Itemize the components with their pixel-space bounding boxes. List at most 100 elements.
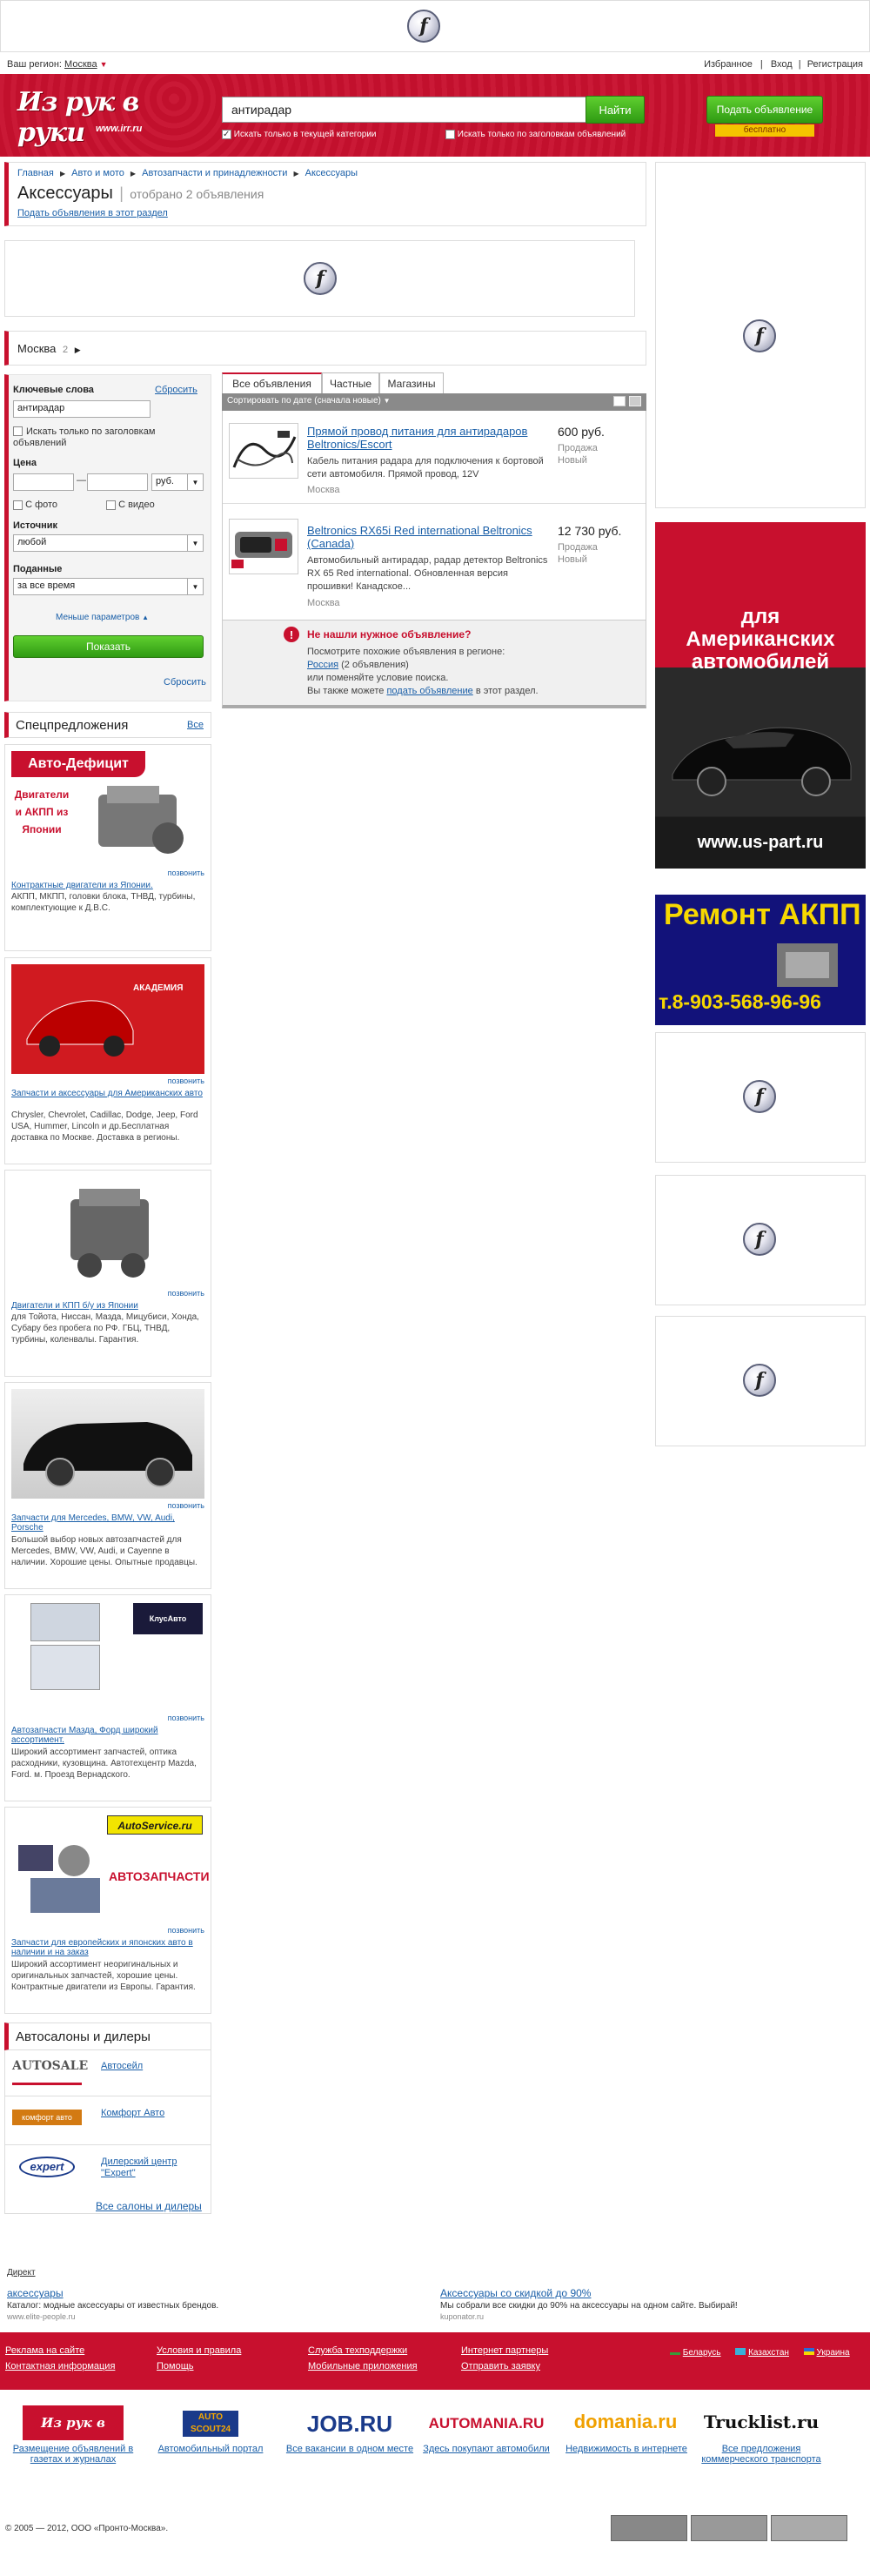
crumb-parts[interactable]: Автозапчасти и принадлежности: [142, 168, 287, 178]
keywords-input[interactable]: антирадар: [13, 400, 151, 418]
region-russia-link[interactable]: Россия: [307, 660, 338, 670]
checkbox-icon[interactable]: [106, 500, 116, 510]
partner-logo[interactable]: Trucklist.ru: [696, 2409, 826, 2435]
footer-link[interactable]: Служба техподдержки: [308, 2343, 418, 2358]
footer-link[interactable]: Реклама на сайте: [5, 2343, 115, 2358]
direct-ad[interactable]: аксессуары Каталог: модные аксессуары от…: [7, 2287, 425, 2321]
right-banner-4[interactable]: f: [655, 1316, 866, 1446]
tab-private[interactable]: Частные: [322, 372, 379, 393]
sort-select[interactable]: Сортировать по дате (сначала новые) ▼: [227, 396, 391, 406]
dealer-logo[interactable]: expert: [19, 2157, 75, 2177]
list-view-icon[interactable]: [613, 396, 626, 406]
crumb-accessories[interactable]: Аксессуары: [305, 168, 358, 178]
titles-only-checkbox[interactable]: Искать только по заголовкам объявлений: [13, 426, 187, 449]
direct-ad-title[interactable]: Аксессуары со скидкой до 90%: [440, 2287, 858, 2299]
reset-bottom-link[interactable]: Сбросить: [164, 677, 206, 688]
partner-logo[interactable]: AUTOMANIA.RU: [425, 2411, 548, 2437]
ad-title[interactable]: Прямой провод питания для антирадаров Be…: [307, 425, 542, 451]
offer-link[interactable]: Запчасти и аксессуары для Американских а…: [11, 1089, 204, 1098]
register-link[interactable]: Регистрация: [807, 59, 863, 70]
price-from-input[interactable]: [13, 473, 74, 491]
post-in-section-link[interactable]: Подать объявления в этот раздел: [17, 208, 168, 218]
site-logo[interactable]: Из рук в руки: [17, 87, 157, 148]
reset-link[interactable]: Сбросить: [155, 385, 197, 395]
call-link[interactable]: позвонить: [11, 1926, 204, 1935]
offer-image[interactable]: Авто-Дефицит Двигатели и АКПП из Японии: [11, 751, 204, 866]
checkbox-checked-icon[interactable]: [222, 130, 231, 139]
offer-image[interactable]: АКАДЕМИЯ: [11, 964, 204, 1074]
checkbox-icon[interactable]: [445, 130, 455, 139]
counter-badge[interactable]: [691, 2515, 767, 2541]
show-button[interactable]: Показать: [13, 635, 204, 658]
partner-label[interactable]: Все вакансии в одном месте: [280, 2444, 419, 2454]
price-to-input[interactable]: [87, 473, 148, 491]
partner-label[interactable]: Недвижимость в интернете: [557, 2444, 696, 2454]
checkbox-icon[interactable]: [13, 500, 23, 510]
location-box[interactable]: Москва 2 ▶: [4, 331, 646, 366]
post-ad-button[interactable]: Подать объявление: [706, 96, 823, 124]
partner-logo[interactable]: domania.ru: [564, 2409, 687, 2435]
footer-link[interactable]: Мобильные приложения: [308, 2358, 418, 2374]
us-part-banner[interactable]: для Американских автомобилей www.us-part…: [655, 522, 866, 869]
source-select[interactable]: любой ▼: [13, 534, 204, 552]
footer-link[interactable]: Контактная информация: [5, 2358, 115, 2374]
dealer-name[interactable]: Автосейл: [101, 2061, 143, 2071]
footer-link[interactable]: Условия и правила: [157, 2343, 241, 2358]
top-banner[interactable]: f: [0, 0, 870, 52]
offer-link[interactable]: Автозапчасти Мазда, Форд широкий ассорти…: [11, 1726, 204, 1745]
region-dropdown-icon[interactable]: ▼: [100, 60, 108, 69]
footer-link[interactable]: Отправить заявку: [461, 2358, 548, 2374]
akpp-banner[interactable]: Ремонт АКПП т.8-903-568-96-96: [655, 895, 866, 1025]
country-link[interactable]: Беларусь: [683, 2348, 721, 2358]
crumb-home[interactable]: Главная: [17, 168, 54, 178]
counter-badge[interactable]: [611, 2515, 687, 2541]
currency-select[interactable]: руб. ▼: [151, 473, 204, 491]
post-ad-link[interactable]: подать объявление: [386, 686, 472, 696]
offer-link[interactable]: Двигатели и КПП б/у из Японии: [11, 1301, 204, 1311]
offer-image[interactable]: КлусАвто: [11, 1601, 204, 1711]
find-button[interactable]: Найти: [586, 96, 645, 124]
counter-badge[interactable]: [771, 2515, 847, 2541]
partner-logo[interactable]: AUTO SCOUT24: [183, 2411, 238, 2437]
special-all-link[interactable]: Все: [187, 720, 204, 730]
crumb-auto[interactable]: Авто и мото: [71, 168, 124, 178]
chk-category[interactable]: Искать только в текущей категории: [222, 130, 377, 139]
partner-logo[interactable]: JOB.RU: [299, 2411, 400, 2437]
footer-link[interactable]: Интернет партнеры: [461, 2343, 548, 2358]
country-link[interactable]: Казахстан: [748, 2348, 789, 2358]
dealer-logo[interactable]: комфорт авто: [12, 2110, 82, 2125]
footer-link[interactable]: Помощь: [157, 2358, 241, 2374]
ad-title[interactable]: Beltronics RX65i Red international Beltr…: [307, 524, 542, 550]
submitted-select[interactable]: за все время ▼: [13, 578, 204, 595]
chk-titles[interactable]: Искать только по заголовкам объявлений: [445, 130, 626, 139]
offer-link[interactable]: Контрактные двигатели из Японии.: [11, 881, 204, 890]
offer-image[interactable]: AutoService.ru АВТОЗАПЧАСТИ: [11, 1814, 210, 1923]
right-banner-2[interactable]: f: [655, 1032, 866, 1163]
right-banner-1[interactable]: f: [655, 162, 866, 508]
tab-shops[interactable]: Магазины: [379, 372, 444, 393]
call-link[interactable]: позвонить: [11, 1714, 204, 1722]
partner-label[interactable]: Все предложения коммерческого транспорта: [696, 2444, 826, 2465]
offer-image[interactable]: [11, 1389, 204, 1499]
with-photo-checkbox[interactable]: С фото: [13, 500, 57, 510]
dealer-name[interactable]: Дилерский центр "Expert": [101, 2157, 197, 2179]
country-link[interactable]: Украина: [817, 2348, 850, 2358]
offer-image[interactable]: [11, 1177, 204, 1286]
search-input[interactable]: антирадар: [222, 97, 587, 123]
dealer-name[interactable]: Комфорт Авто: [101, 2108, 164, 2118]
partner-label[interactable]: Размещение объявлений в газетах и журнал…: [5, 2444, 141, 2465]
offer-link[interactable]: Запчасти для Mercedes, BMW, VW, Audi, Po…: [11, 1513, 204, 1533]
partner-label[interactable]: Автомобильный портал: [150, 2444, 271, 2454]
tab-all[interactable]: Все объявления: [222, 372, 322, 393]
direct-ad[interactable]: Аксессуары со скидкой до 90% Мы собрали …: [440, 2287, 858, 2321]
less-params-link[interactable]: Меньше параметров ▲: [56, 613, 149, 622]
favorites-link[interactable]: Избранное: [704, 59, 753, 70]
offer-link[interactable]: Запчасти для европейских и японских авто…: [11, 1938, 204, 1957]
ad-thumb[interactable]: [229, 423, 298, 479]
ad-thumb[interactable]: [229, 519, 298, 574]
all-dealers-link[interactable]: Все салоны и дилеры: [96, 2200, 202, 2212]
grid-view-icon[interactable]: [629, 396, 641, 406]
dealer-logo[interactable]: AUTOSALE: [12, 2059, 88, 2085]
call-link[interactable]: позвонить: [11, 1289, 204, 1298]
with-video-checkbox[interactable]: С видео: [106, 500, 155, 510]
